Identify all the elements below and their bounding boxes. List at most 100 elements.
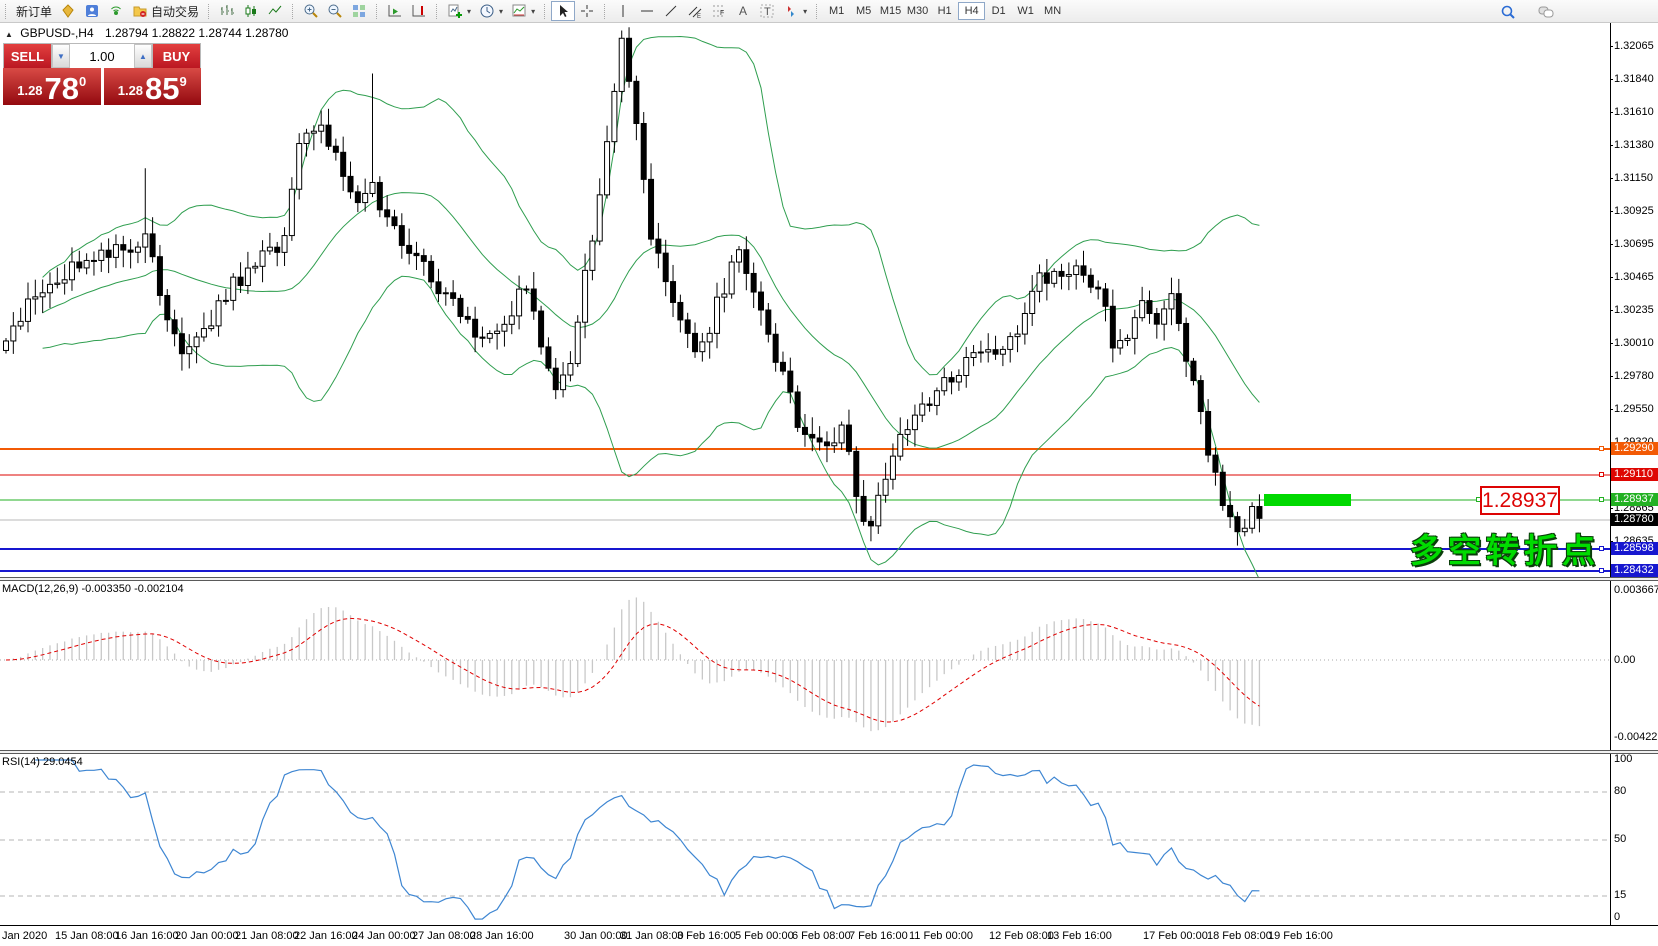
- sell-price-button[interactable]: 1.28 78 0: [3, 68, 101, 105]
- price-line-label: 1.29110: [1611, 468, 1658, 481]
- templates-button[interactable]: ▾: [507, 1, 539, 21]
- equidistant-channel-button[interactable]: E: [683, 1, 707, 21]
- price-tick: 1.29780: [1614, 370, 1654, 382]
- price-tick: 1.30010: [1614, 337, 1654, 349]
- time-axis-label: 24 Jan 00:00: [352, 930, 416, 942]
- macd-pane[interactable]: [0, 581, 1610, 750]
- svg-text:T: T: [764, 6, 771, 18]
- volume-increase-button[interactable]: ▲: [134, 44, 152, 68]
- price-tick: 1.31610: [1614, 106, 1654, 118]
- volume-value[interactable]: 1.00: [70, 44, 134, 68]
- timeframe-mn-button[interactable]: MN: [1039, 2, 1066, 20]
- rsi-pane[interactable]: [0, 754, 1610, 925]
- time-axis-label: 31 Jan 08:00: [620, 930, 684, 942]
- volume-decrease-button[interactable]: ▼: [52, 44, 70, 68]
- timeframe-w1-button[interactable]: W1: [1012, 2, 1039, 20]
- rsi-label: RSI(14) 29.0454: [2, 756, 83, 768]
- zoom-out-button[interactable]: [323, 1, 347, 21]
- svg-text:E: E: [697, 14, 701, 19]
- signals-button[interactable]: [104, 1, 128, 21]
- annotation-text[interactable]: 多空转折点: [1410, 524, 1600, 572]
- dropdown-caret-icon: ▾: [531, 7, 535, 16]
- buy-button[interactable]: BUY: [153, 44, 200, 68]
- indicator-axis-value: 15: [1614, 889, 1626, 901]
- line-handle[interactable]: [1599, 446, 1604, 451]
- new-order-button[interactable]: 新订单: [12, 1, 56, 21]
- fibonacci-button[interactable]: F: [707, 1, 731, 21]
- cursor-button[interactable]: [551, 1, 575, 21]
- pane-splitter[interactable]: [0, 577, 1658, 581]
- toolbar-grip: [544, 4, 546, 19]
- sell-price-prefix: 1.28: [17, 83, 42, 98]
- channel-icon: E: [687, 3, 703, 19]
- time-axis-label: 27 Jan 08:00: [412, 930, 476, 942]
- timeframe-h1-button[interactable]: H1: [931, 2, 958, 20]
- timeframe-m30-button[interactable]: M30: [904, 2, 931, 20]
- price-chart-pane[interactable]: [0, 22, 1610, 577]
- dropdown-caret-icon: ▾: [499, 7, 503, 16]
- time-axis-label: 19 Feb 16:00: [1268, 930, 1333, 942]
- buy-price-pip: 9: [180, 74, 187, 89]
- fibonacci-icon: F: [711, 3, 727, 19]
- buy-price-button[interactable]: 1.28 85 9: [104, 68, 202, 105]
- time-axis-label: 16 Jan 16:00: [115, 930, 179, 942]
- candlestick-icon: [243, 3, 259, 19]
- time-axis-label: 20 Jan 00:00: [175, 930, 239, 942]
- tile-windows-button[interactable]: [347, 1, 371, 21]
- cursor-icon: [555, 3, 571, 19]
- candlestick-chart-button[interactable]: [239, 1, 263, 21]
- macd-label: MACD(12,26,9) -0.003350 -0.002104: [2, 583, 184, 595]
- auto-scroll-button[interactable]: [383, 1, 407, 21]
- horizontal-line-button[interactable]: [635, 1, 659, 21]
- text-icon: A: [735, 3, 751, 19]
- zoom-in-button[interactable]: [299, 1, 323, 21]
- trendline-icon: [663, 3, 679, 19]
- price-callout-box[interactable]: 1.28937: [1480, 486, 1560, 515]
- deposit-button[interactable]: [56, 1, 80, 21]
- new-order-label: 新订单: [16, 3, 52, 20]
- line-handle[interactable]: [1599, 497, 1604, 502]
- line-handle[interactable]: [1599, 472, 1604, 477]
- chart-shift-button[interactable]: [407, 1, 431, 21]
- chat-button[interactable]: [1534, 2, 1558, 22]
- indicators-button[interactable]: ▾: [443, 1, 475, 21]
- community-button[interactable]: [80, 1, 104, 21]
- text-button[interactable]: A: [731, 1, 755, 21]
- indicator-axis-value: 50: [1614, 833, 1626, 845]
- pane-splitter[interactable]: [0, 750, 1658, 754]
- toolbar-grip: [436, 4, 438, 19]
- price-line-label: 1.29290: [1611, 442, 1658, 455]
- buy-price-main: 85: [145, 76, 179, 102]
- time-axis-label: 7 Feb 16:00: [849, 930, 908, 942]
- bar-chart-button[interactable]: [215, 1, 239, 21]
- price-tick: 1.31840: [1614, 73, 1654, 85]
- timeframe-d1-button[interactable]: D1: [985, 2, 1012, 20]
- timeframe-h4-button[interactable]: H4: [958, 2, 985, 20]
- indicator-axis-value: 0.003667: [1614, 584, 1658, 596]
- periods-button[interactable]: ▾: [475, 1, 507, 21]
- price-line-label: 1.28937: [1611, 493, 1658, 506]
- green-highlight-rectangle[interactable]: [1264, 494, 1351, 506]
- timeframe-m1-button[interactable]: M1: [823, 2, 850, 20]
- arrows-button[interactable]: ▾: [779, 1, 811, 21]
- folder-icon: [132, 3, 148, 19]
- text-label-button[interactable]: T: [755, 1, 779, 21]
- vertical-line-button[interactable]: [611, 1, 635, 21]
- crosshair-button[interactable]: [575, 1, 599, 21]
- timeframe-m5-button[interactable]: M5: [850, 2, 877, 20]
- time-axis-label: 21 Jan 08:00: [235, 930, 299, 942]
- trendline-button[interactable]: [659, 1, 683, 21]
- search-button[interactable]: [1496, 2, 1520, 22]
- profile-icon: [84, 3, 100, 19]
- line-chart-button[interactable]: [263, 1, 287, 21]
- chat-icon: [1538, 4, 1554, 20]
- price-line-label: 1.28780: [1611, 513, 1658, 526]
- toolbar-grip: [816, 4, 818, 19]
- tile-windows-icon: [351, 3, 367, 19]
- sell-price-main: 78: [45, 76, 79, 102]
- timeframe-m15-button[interactable]: M15: [877, 2, 904, 20]
- sell-button[interactable]: SELL: [4, 44, 51, 68]
- autotrade-button[interactable]: 自动交易: [128, 1, 203, 21]
- gold-diamond-icon: [60, 3, 76, 19]
- price-tick: 1.31380: [1614, 139, 1654, 151]
